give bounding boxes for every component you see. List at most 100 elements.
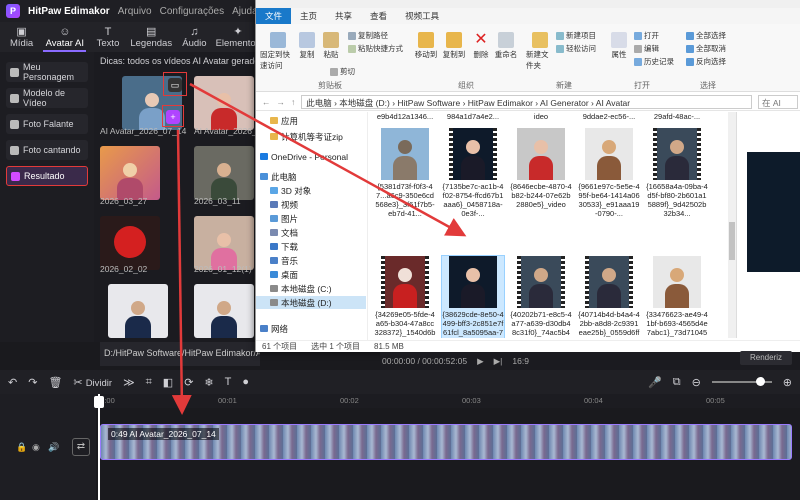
split-button[interactable]: ✂ Dividir	[73, 376, 112, 389]
back-arrow-icon[interactable]: ←	[262, 97, 271, 107]
file-item[interactable]: {16658a4a-09ba-4d5f-bf80-2b601a15889f}_9…	[646, 128, 708, 218]
scrollbar-thumb[interactable]	[729, 222, 735, 260]
file-item[interactable]: {40714b4d-b4a4-42bb-a8d8-2c9391eae25b}_0…	[578, 256, 640, 338]
zoom-out-icon[interactable]: ⊖	[692, 376, 701, 389]
result-thumb[interactable]	[100, 146, 160, 200]
zoom-slider[interactable]	[711, 377, 772, 386]
file-item[interactable]: {38629cde-8e50-4499-bff3-2c851e7f61fcl_8…	[441, 255, 505, 338]
move-to-button[interactable]: 移动到	[414, 32, 438, 60]
playhead[interactable]	[98, 394, 100, 500]
search-input[interactable]: 在 AI	[758, 94, 798, 109]
easy-access-button[interactable]: 轻松访问	[556, 43, 596, 54]
file-item[interactable]: {5381d73f-f0f3-47...a6c9-350e6cd568e3}_3…	[374, 128, 436, 218]
nav-item[interactable]: 3D 对象	[256, 184, 366, 197]
crop-icon[interactable]: ⌗	[146, 376, 152, 389]
sidebar-item-modelo-video[interactable]: Modelo de Vídeo	[6, 88, 88, 108]
record-icon[interactable]: ●	[242, 376, 249, 388]
sidebar-item-resultado[interactable]: Resultado	[6, 166, 88, 186]
nav-item[interactable]: OneDrive - Personal	[256, 150, 366, 163]
open-button[interactable]: 打开	[634, 30, 659, 41]
play-icon[interactable]: ▶	[477, 356, 484, 367]
result-thumb[interactable]	[100, 216, 160, 270]
file-item[interactable]: {7135be7c-ac1b-4f02-8754-ffcd67b1aaa6}_0…	[442, 128, 504, 218]
tab-home[interactable]: 主页	[291, 8, 326, 24]
menu-configuracoes[interactable]: Configurações	[160, 6, 224, 17]
address-path[interactable]: 此电脑 › 本地磁盘 (D:) › HitPaw Software › HitP…	[301, 94, 752, 109]
file-item[interactable]: {8646ecbe-4870-4b82-b244-07e62b2880e5}_v…	[510, 128, 572, 218]
rotate-icon[interactable]: ⟳	[184, 376, 193, 389]
new-item-button[interactable]: 新建项目	[556, 30, 596, 41]
forward-arrow-icon[interactable]: →	[277, 97, 286, 107]
aspect-ratio[interactable]: 16:9	[512, 356, 529, 366]
nav-item[interactable]: 视频	[256, 198, 366, 211]
replace-icon[interactable]: ⇄	[72, 438, 90, 456]
cut-button[interactable]: 剪切	[330, 66, 355, 77]
sidebar-item-foto-falante[interactable]: Foto Falante	[6, 114, 88, 134]
tool-elementos[interactable]: ✦ Elementos	[216, 26, 261, 52]
file-item[interactable]: {34269e05-5fde-4a65-b304-47a8cc328372}_1…	[374, 256, 436, 338]
menu-ajuda[interactable]: Ajuda	[232, 6, 258, 17]
nav-item[interactable]: 下载	[256, 240, 366, 253]
edit-button[interactable]: 编辑	[634, 43, 659, 54]
nav-item[interactable]: 网络	[256, 322, 366, 335]
copy-path-button[interactable]: 复制路径	[348, 30, 388, 41]
playhead-handle[interactable]	[94, 396, 104, 408]
redo-icon[interactable]: ↷	[28, 376, 37, 389]
file-item[interactable]: {9661e97c-5e5e-495f-be64-1414a0630533}_e…	[578, 128, 640, 218]
text-tool-icon[interactable]: T	[225, 376, 232, 388]
copy-to-button[interactable]: 复制到	[442, 32, 466, 60]
new-folder-button[interactable]: 新建文件夹	[526, 32, 554, 71]
result-thumb[interactable]	[194, 216, 254, 270]
delete-icon[interactable]: 🗑	[48, 376, 62, 389]
next-frame-icon[interactable]: ▶|	[494, 356, 503, 367]
vertical-scrollbar[interactable]	[728, 112, 736, 338]
result-thumb[interactable]	[194, 146, 254, 200]
lock-icon[interactable]: 🔒	[16, 442, 27, 453]
tool-midia[interactable]: ▣ Mídia	[0, 26, 43, 52]
mask-icon[interactable]: ◧	[163, 376, 173, 389]
select-none-button[interactable]: 全部取消	[686, 43, 726, 54]
sidebar-item-foto-cantando[interactable]: Foto cantando	[6, 140, 88, 160]
tab-file[interactable]: 文件	[256, 8, 292, 24]
result-thumb[interactable]	[194, 284, 254, 338]
freeze-icon[interactable]: ❄	[204, 376, 213, 389]
snap-icon[interactable]: ⧉	[673, 376, 681, 389]
delete-button[interactable]: ✕ 删除	[470, 32, 492, 60]
tab-view[interactable]: 查看	[361, 8, 396, 24]
tab-video-tools[interactable]: 视频工具	[396, 8, 448, 24]
rename-button[interactable]: 重命名	[494, 32, 518, 60]
nav-item[interactable]: 音乐	[256, 254, 366, 267]
invert-selection-button[interactable]: 反向选择	[686, 56, 726, 67]
properties-button[interactable]: 属性	[608, 32, 630, 60]
nav-item[interactable]: 文档	[256, 226, 366, 239]
tool-avatar-ai[interactable]: ☺ Avatar AI	[43, 26, 87, 52]
zoom-slider-knob[interactable]	[755, 377, 765, 386]
volume-icon[interactable]: 🔊	[48, 442, 59, 453]
up-arrow-icon[interactable]: ↑	[291, 97, 295, 107]
timeline-ruler[interactable]: 00:00 00:01 00:02 00:03 00:04 00:05	[96, 394, 800, 408]
eye-icon[interactable]: ◉	[32, 442, 40, 453]
nav-item[interactable]: 本地磁盘 (D:)	[256, 296, 366, 309]
paste-button[interactable]: 粘贴	[320, 32, 342, 60]
render-button[interactable]: Renderiz	[740, 351, 792, 365]
undo-icon[interactable]: ↶	[8, 376, 17, 389]
tool-audio[interactable]: ♫ Áudio	[173, 26, 216, 52]
copy-button[interactable]: 复制	[296, 32, 318, 60]
nav-item[interactable]: 图片	[256, 212, 366, 225]
select-all-button[interactable]: 全部选择	[686, 30, 726, 41]
file-item[interactable]: {40202b71-e8c5-4a77-a639-d30db48c31f0}_7…	[510, 256, 572, 338]
nav-item[interactable]: 本地磁盘 (C:)	[256, 282, 366, 295]
nav-item[interactable]: 计算机等考证zip	[256, 130, 366, 143]
file-item[interactable]: {33476623-ae49-41bf-b693-4565d4e7abc1}_7…	[646, 256, 708, 338]
result-thumb[interactable]	[108, 284, 168, 338]
result-thumb[interactable]	[194, 76, 254, 130]
speed-icon[interactable]: ≫	[123, 376, 135, 389]
zoom-in-icon[interactable]: ⊕	[783, 376, 792, 389]
tool-legendas[interactable]: ▤ Legendas	[130, 26, 173, 52]
paste-shortcut-button[interactable]: 粘贴快捷方式	[348, 43, 403, 54]
tool-texto[interactable]: T Texto	[86, 26, 129, 52]
tab-share[interactable]: 共享	[326, 8, 361, 24]
nav-item[interactable]: 应用	[256, 114, 366, 127]
nav-item[interactable]: 桌面	[256, 268, 366, 281]
pin-quick-access-button[interactable]: 固定到快速访问	[260, 32, 296, 71]
